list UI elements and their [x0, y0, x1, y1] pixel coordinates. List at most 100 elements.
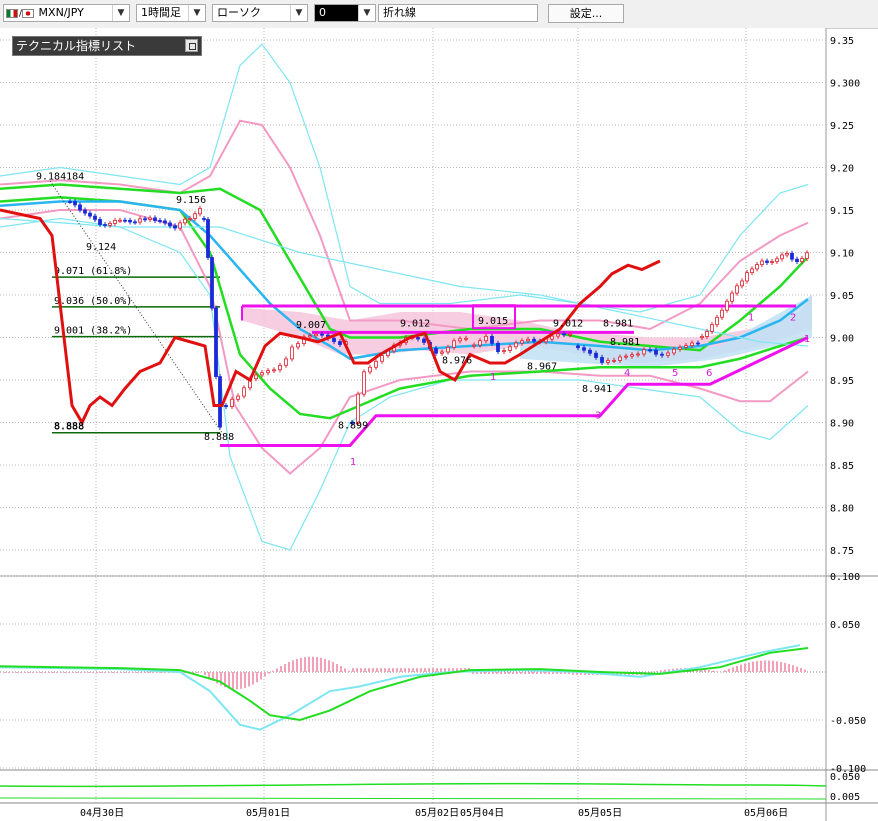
symbol-label: MXN/JPY: [38, 6, 84, 19]
y-tick-label: 9.00: [830, 334, 854, 345]
candle-body: [113, 220, 117, 224]
price-label: 8.981: [603, 318, 633, 329]
candle-body: [745, 272, 749, 282]
candle-body: [103, 224, 107, 226]
y-tick-label: 8.80: [830, 504, 854, 515]
candle-body: [790, 252, 794, 260]
macd-histogram-bar: [532, 672, 534, 674]
macd-histogram-bar: [800, 668, 802, 672]
macd-histogram-bar: [140, 672, 142, 673]
macd-histogram-bar: [104, 672, 106, 673]
macd-histogram-bar: [268, 672, 270, 674]
y-tick-label: 9.05: [830, 291, 854, 302]
candle-body: [198, 208, 202, 215]
macd-histogram-bar: [488, 672, 490, 674]
macd-histogram-bar: [144, 672, 146, 673]
chevron-down-icon[interactable]: ▼: [112, 5, 129, 21]
macd-histogram-bar: [392, 668, 394, 672]
macd-histogram-bar: [776, 661, 778, 672]
candle-body: [362, 371, 366, 395]
macd-histogram-bar: [316, 657, 318, 672]
macd-histogram-bar: [252, 672, 254, 685]
macd-histogram-bar: [52, 672, 54, 673]
macd-histogram-bar: [304, 657, 306, 672]
macd-histogram-bar: [36, 672, 38, 673]
fib-level-label: 9.071 (61.8%): [54, 266, 132, 277]
macd-histogram-bar: [288, 662, 290, 672]
wave-label: 4: [624, 368, 630, 379]
macd-histogram-bar: [520, 672, 522, 674]
line-style-label: 折れ線: [383, 6, 416, 19]
wave-label: 3: [595, 410, 601, 421]
candle-body: [795, 258, 799, 262]
macd-histogram-bar: [16, 672, 18, 673]
candle-body: [696, 342, 700, 345]
macd-histogram-bar: [552, 672, 554, 674]
candle-body: [290, 346, 294, 360]
macd-histogram-bar: [492, 672, 494, 674]
y-tick-label: 8.90: [830, 419, 854, 430]
macd-histogram-bar: [764, 660, 766, 672]
candle-body: [606, 360, 610, 363]
wave-label: 5: [672, 368, 678, 379]
candle-body: [242, 387, 246, 397]
wave-label: 1: [748, 313, 754, 324]
chevron-down-icon[interactable]: ▼: [358, 5, 375, 21]
macd-histogram-bar: [76, 672, 78, 673]
price-label: 8.888: [204, 432, 234, 443]
candle-body: [672, 348, 676, 354]
wave-label: 2: [790, 313, 796, 324]
candle-body: [138, 218, 142, 223]
chart-area[interactable]: 9.35 9.300 9.25 9.20 9.15 9.10 9.05 9.00 8.95 8.9…: [0, 28, 878, 821]
macd-histogram-bar: [772, 660, 774, 672]
macd-y-tick-label: 0.100: [830, 572, 860, 583]
indicator-list-panel[interactable]: テクニカル指標リスト: [12, 36, 202, 56]
candle-body: [775, 258, 779, 262]
candle-body: [163, 220, 167, 224]
candle-body: [660, 353, 664, 356]
candle-body: [218, 376, 222, 428]
candle-body: [562, 333, 566, 336]
candle-body: [123, 219, 127, 222]
candle-body: [73, 201, 77, 206]
macd-histogram-bar: [84, 672, 86, 673]
settings-button[interactable]: 設定...: [548, 4, 624, 23]
sub-indicator-select[interactable]: 0 ▼: [314, 4, 376, 22]
price-label: 8.941: [582, 384, 612, 395]
candle-body: [612, 359, 616, 362]
macd-histogram-bar: [804, 669, 806, 672]
japan-flag-icon: [22, 8, 35, 18]
macd-histogram-bar: [516, 672, 518, 674]
macd-histogram-bar: [788, 663, 790, 672]
symbol-select[interactable]: / MXN/JPY ▼: [3, 4, 130, 22]
macd-histogram-bar: [664, 669, 666, 672]
candle-body: [750, 268, 754, 273]
chevron-down-icon[interactable]: ▼: [290, 5, 307, 21]
macd-histogram-bar: [72, 672, 74, 673]
timeframe-select[interactable]: 1時間足 ▼: [136, 4, 206, 22]
macd-histogram-bar: [292, 660, 294, 672]
macd-histogram-bar: [20, 672, 22, 673]
line-style-field[interactable]: 折れ線: [378, 4, 538, 22]
macd-histogram-bar: [792, 665, 794, 672]
candle-body: [98, 219, 102, 225]
candle-body: [630, 354, 634, 357]
macd-histogram-bar: [280, 666, 282, 672]
macd-y-tick-label: -0.050: [830, 716, 866, 727]
macd-histogram-bar: [372, 668, 374, 672]
candle-body: [183, 218, 187, 224]
macd-histogram-bar: [40, 672, 42, 673]
lower-y-tick-label: 0.050: [830, 772, 860, 783]
restore-icon[interactable]: [185, 39, 198, 52]
macd-histogram-bar: [768, 660, 770, 672]
candle-body: [320, 333, 324, 336]
macd-histogram-bar: [132, 672, 134, 673]
candle-body: [532, 338, 536, 342]
candle-body: [648, 349, 652, 352]
macd-histogram-bar: [320, 657, 322, 672]
candle-body: [380, 355, 384, 362]
candle-body: [202, 218, 206, 220]
chart-style-select[interactable]: ローソク ▼: [212, 4, 308, 22]
candle-body: [760, 260, 764, 265]
chevron-down-icon[interactable]: ▼: [188, 5, 205, 21]
